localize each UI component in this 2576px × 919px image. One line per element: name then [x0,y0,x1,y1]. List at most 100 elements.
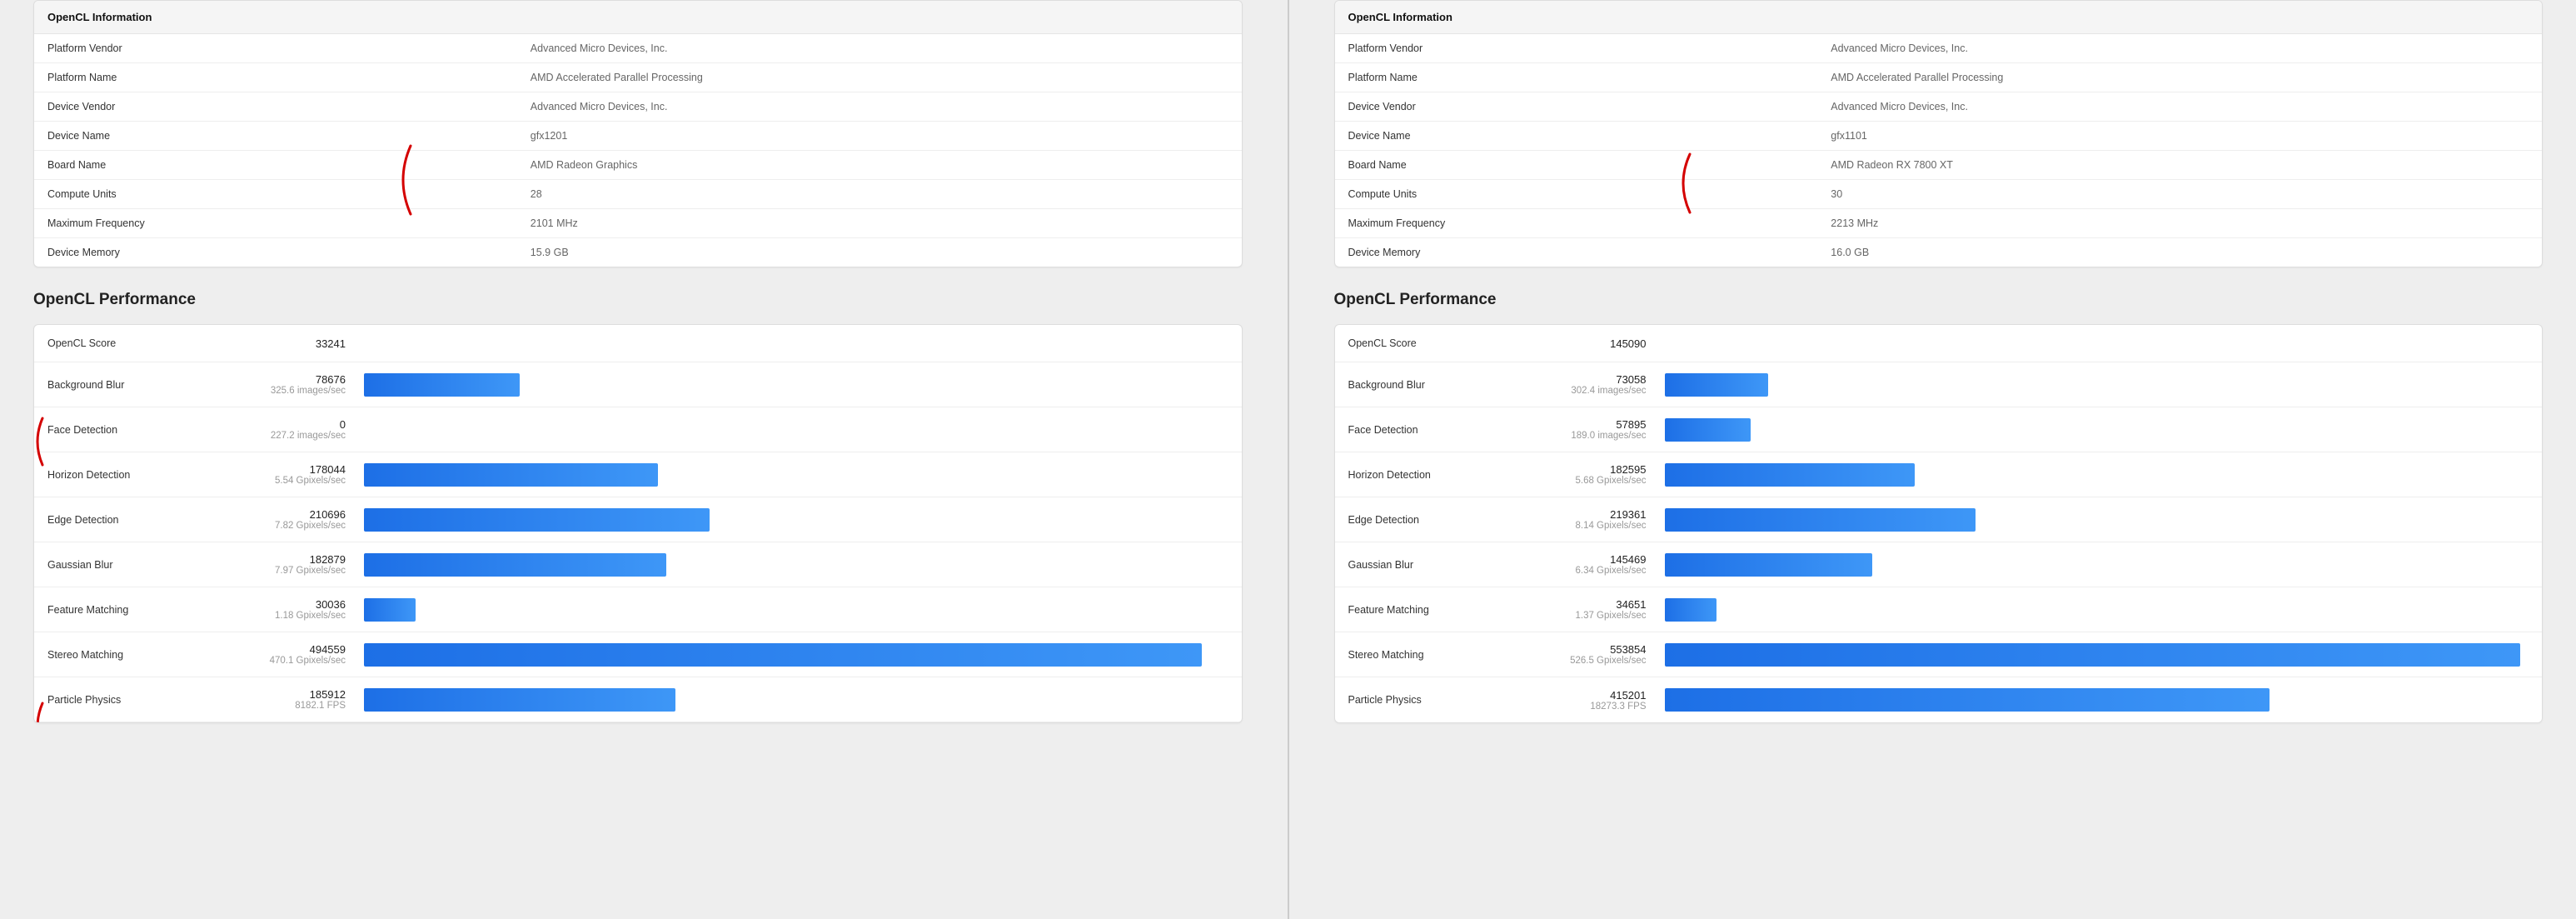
score-label: OpenCL Score [1348,337,1498,349]
info-value: gfx1101 [1817,122,2542,151]
info-value: AMD Accelerated Parallel Processing [1817,63,2542,92]
perf-bar [364,553,666,577]
info-header: OpenCL Information [34,1,1242,34]
perf-score-row: OpenCL Score 145090 [1335,325,2543,362]
perf-sub: 5.68 Gpixels/sec [1498,476,1647,486]
perf-label: Stereo Matching [47,649,197,661]
perf-score: 57895 [1498,418,1647,431]
info-label: Board Name [34,151,517,180]
perf-bar [1665,598,1717,622]
perf-bar [364,688,675,712]
perf-score: 0 [197,418,346,431]
info-table: Platform VendorAdvanced Micro Devices, I… [1335,34,2543,267]
perf-bar [1665,508,1976,532]
info-row: Device Namegfx1201 [34,122,1242,151]
perf-label: Background Blur [1348,379,1498,391]
perf-row: Feature Matching 346511.37 Gpixels/sec [1335,587,2543,632]
perf-bar [1665,688,2270,712]
perf-bar [1665,373,1769,397]
perf-bar [364,643,1202,667]
perf-bar [364,373,520,397]
perf-label: Face Detection [1348,424,1498,436]
info-row: Device Memory16.0 GB [1335,238,2543,267]
info-value: Advanced Micro Devices, Inc. [1817,34,2542,63]
score-value: 145090 [1498,337,1647,350]
perf-score: 210696 [197,508,346,521]
perf-label: Face Detection [47,424,197,436]
info-value: Advanced Micro Devices, Inc. [517,92,1242,122]
opencl-perf-card-left: OpenCL Score 33241 Background Blur 78676… [33,324,1243,723]
perf-label: Gaussian Blur [47,559,197,571]
info-value: 16.0 GB [1817,238,2542,267]
info-label: Device Name [34,122,517,151]
perf-sub: 1.18 Gpixels/sec [197,611,346,621]
info-value: AMD Radeon RX 7800 XT [1817,151,2542,180]
perf-label: Feature Matching [47,604,197,616]
info-label: Maximum Frequency [1335,209,1818,238]
perf-row: Face Detection 57895189.0 images/sec [1335,407,2543,452]
opencl-info-card-left: OpenCL Information Platform VendorAdvanc… [33,0,1243,267]
perf-score: 145469 [1498,553,1647,566]
info-label: Platform Vendor [1335,34,1818,63]
info-value: 15.9 GB [517,238,1242,267]
info-header: OpenCL Information [1335,1,2543,34]
info-label: Compute Units [34,180,517,209]
perf-label: Edge Detection [1348,514,1498,526]
info-row: Device VendorAdvanced Micro Devices, Inc… [34,92,1242,122]
perf-row: Stereo Matching 494559470.1 Gpixels/sec [34,632,1242,677]
perf-score: 182879 [197,553,346,566]
perf-score: 34651 [1498,598,1647,611]
info-value: AMD Radeon Graphics [517,151,1242,180]
perf-row: Edge Detection 2193618.14 Gpixels/sec [1335,497,2543,542]
info-row: Device Namegfx1101 [1335,122,2543,151]
perf-sub: 325.6 images/sec [197,386,346,396]
info-row: Board NameAMD Radeon RX 7800 XT [1335,151,2543,180]
info-label: Platform Name [1335,63,1818,92]
perf-label: Particle Physics [47,694,197,706]
perf-score-row: OpenCL Score 33241 [34,325,1242,362]
perf-sub: 302.4 images/sec [1498,386,1647,396]
perf-score: 182595 [1498,463,1647,476]
perf-bar [1665,463,1916,487]
info-value: Advanced Micro Devices, Inc. [1817,92,2542,122]
info-label: Device Memory [1335,238,1818,267]
info-value: Advanced Micro Devices, Inc. [517,34,1242,63]
perf-label: Background Blur [47,379,197,391]
info-label: Maximum Frequency [34,209,517,238]
info-label: Device Vendor [34,92,517,122]
perf-label: Feature Matching [1348,604,1498,616]
perf-sub: 18273.3 FPS [1498,702,1647,712]
info-value: gfx1201 [517,122,1242,151]
info-label: Compute Units [1335,180,1818,209]
perf-label: Gaussian Blur [1348,559,1498,571]
perf-score: 494559 [197,643,346,656]
opencl-perf-title: OpenCL Performance [1334,291,2544,309]
perf-row: Stereo Matching 553854526.5 Gpixels/sec [1335,632,2543,677]
perf-bar [364,463,658,487]
score-label: OpenCL Score [47,337,197,349]
info-row: Platform NameAMD Accelerated Parallel Pr… [1335,63,2543,92]
info-value: 2213 MHz [1817,209,2542,238]
left-column: OpenCL Information Platform VendorAdvanc… [0,0,1276,919]
info-label: Board Name [1335,151,1818,180]
perf-sub: 189.0 images/sec [1498,431,1647,441]
info-row: Platform NameAMD Accelerated Parallel Pr… [34,63,1242,92]
perf-row: Horizon Detection 1825955.68 Gpixels/sec [1335,452,2543,497]
perf-row: Gaussian Blur 1828797.97 Gpixels/sec [34,542,1242,587]
perf-sub: 1.37 Gpixels/sec [1498,611,1647,621]
perf-sub: 7.97 Gpixels/sec [197,566,346,576]
perf-label: Particle Physics [1348,694,1498,706]
perf-row: Face Detection 0227.2 images/sec [34,407,1242,452]
perf-label: Horizon Detection [1348,469,1498,481]
info-row: Compute Units28 [34,180,1242,209]
perf-score: 553854 [1498,643,1647,656]
perf-sub: 227.2 images/sec [197,431,346,441]
info-value: 2101 MHz [517,209,1242,238]
perf-label: Edge Detection [47,514,197,526]
perf-score: 415201 [1498,689,1647,702]
perf-sub: 470.1 Gpixels/sec [197,656,346,666]
opencl-info-card-right: OpenCL Information Platform VendorAdvanc… [1334,0,2544,267]
perf-row: Gaussian Blur 1454696.34 Gpixels/sec [1335,542,2543,587]
info-label: Platform Name [34,63,517,92]
info-value: 30 [1817,180,2542,209]
